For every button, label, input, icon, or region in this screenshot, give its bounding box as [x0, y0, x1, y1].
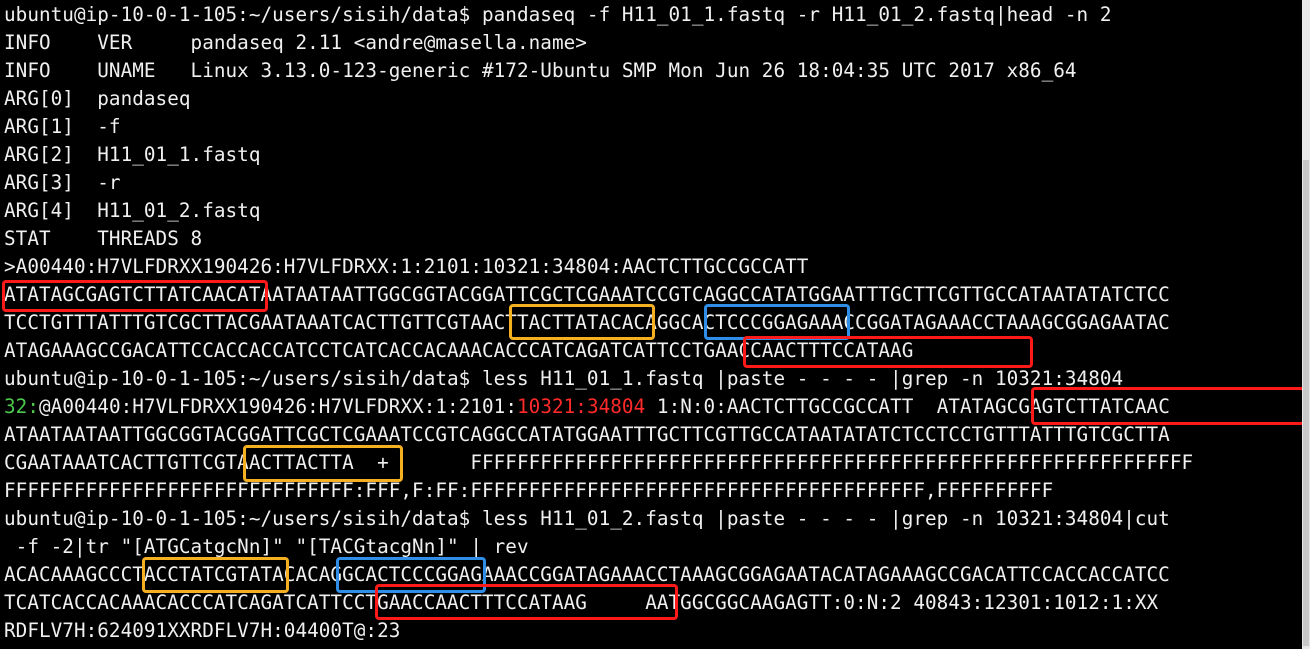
grep-line-separator: : [27, 395, 39, 418]
command-line-pandaseq: ubuntu@ip-10-0-1-105:~/users/sisih/data$… [4, 3, 1112, 26]
grep-match-highlight: 10321:34804 [517, 395, 646, 418]
orange-annotation-box [509, 304, 655, 340]
output-line-quality: FFFFFFFFFFFFFFFFFFFFFFFFFFFFFF:FFF,F:FF:… [4, 479, 1054, 502]
output-line-arg4: ARG[4] H11_01_2.fastq [4, 199, 261, 222]
red-annotation-box [375, 584, 678, 620]
terminal-window[interactable]: ubuntu@ip-10-0-1-105:~/users/sisih/data$… [0, 0, 1302, 649]
red-annotation-box [2, 280, 268, 312]
grep-line-number: 32 [4, 395, 28, 418]
command-line-grep-forward: ubuntu@ip-10-0-1-105:~/users/sisih/data$… [4, 367, 1124, 390]
output-line-read-header: >A00440:H7VLFDRXX190426:H7VLFDRXX:1:2101… [4, 255, 809, 278]
red-annotation-box [743, 336, 1033, 368]
output-line-forward-seq-2: CGAATAAATCACTTGTTCGTAACTTACTTA + FFFFFFF… [4, 451, 1194, 474]
grep-read-id-prefix: @A00440:H7VLFDRXX190426:H7VLFDRXX:1:2101… [39, 395, 517, 418]
blue-annotation-box [704, 304, 850, 340]
command-line-grep-reverse: ubuntu@ip-10-0-1-105:~/users/sisih/data$… [4, 507, 1170, 530]
orange-annotation-box [142, 557, 289, 593]
output-line-arg1: ARG[1] -f [4, 115, 121, 138]
grep-result-line: 32:@A00440:H7VLFDRXX190426:H7VLFDRXX:1:2… [4, 393, 1170, 421]
output-line-info-uname: INFO UNAME Linux 3.13.0-123-generic #172… [4, 59, 1077, 82]
orange-annotation-box [243, 445, 403, 482]
scrollbar-thumb[interactable] [1303, 160, 1309, 646]
output-line-forward-seq-1: ATAATAATAATTGGCGGTACGGATTCGCTCGAAATCCGTC… [4, 423, 1170, 446]
output-line-arg0: ARG[0] pandaseq [4, 87, 191, 110]
output-line-arg3: ARG[3] -r [4, 171, 121, 194]
red-annotation-box [1031, 387, 1302, 425]
output-line-arg2: ARG[2] H11_01_1.fastq [4, 143, 261, 166]
vertical-scrollbar[interactable] [1302, 0, 1310, 649]
output-line-info-ver: INFO VER pandaseq 2.11 <andre@masella.na… [4, 31, 587, 54]
output-line-reverse-rest: RDFLV7H:624091XXRDFLV7H:04400T@:23 [4, 619, 401, 642]
output-line-stat-threads: STAT THREADS 8 [4, 227, 203, 250]
